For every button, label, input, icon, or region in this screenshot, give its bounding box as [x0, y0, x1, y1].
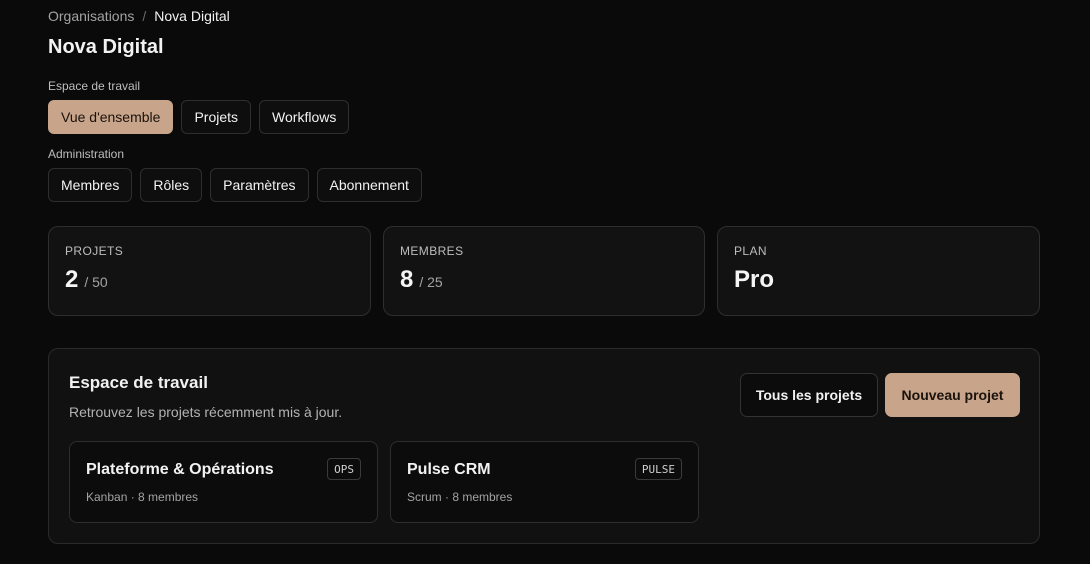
stat-limit: / 50	[84, 274, 108, 290]
page-title: Nova Digital	[48, 36, 164, 58]
stat-card-plan: PLAN Pro	[717, 226, 1040, 316]
stat-value: 8	[400, 266, 414, 293]
project-card[interactable]: Plateforme & Opérations OPS Kanban · 8 m…	[69, 441, 378, 523]
project-meta: Kanban · 8 membres	[86, 490, 199, 504]
project-tag: OPS	[327, 458, 361, 480]
breadcrumb-current: Nova Digital	[154, 8, 230, 24]
project-name: Pulse CRM	[407, 461, 491, 478]
tab-workflows[interactable]: Workflows	[259, 100, 350, 134]
tab-settings[interactable]: Paramètres	[210, 168, 309, 202]
workspace-panel: Espace de travail Retrouvez les projets …	[48, 348, 1040, 544]
workspace-title: Espace de travail	[69, 373, 208, 392]
breadcrumb-organisations-link[interactable]: Organisations	[48, 8, 134, 24]
all-projects-button[interactable]: Tous les projets	[740, 373, 878, 417]
breadcrumb: Organisations / Nova Digital	[48, 8, 230, 24]
stat-card-members: MEMBRES 8 / 25	[383, 226, 705, 316]
stat-label: PLAN	[734, 244, 767, 258]
breadcrumb-separator: /	[142, 8, 147, 24]
stat-label: MEMBRES	[400, 244, 464, 258]
stat-limit: / 25	[419, 274, 443, 290]
admin-nav-label: Administration	[48, 147, 125, 161]
stat-card-projects: PROJETS 2 / 50	[48, 226, 371, 316]
tab-members[interactable]: Membres	[48, 168, 133, 202]
tab-overview[interactable]: Vue d'ensemble	[48, 100, 174, 134]
project-meta: Scrum · 8 membres	[407, 490, 513, 504]
project-tag: PULSE	[634, 458, 682, 480]
tab-projects[interactable]: Projets	[181, 100, 252, 134]
workspace-nav: Vue d'ensemble Projets Workflows	[48, 100, 350, 134]
admin-nav: Membres Rôles Paramètres Abonnement	[48, 168, 422, 202]
project-card[interactable]: Pulse CRM PULSE Scrum · 8 membres	[390, 441, 699, 523]
workspace-subtitle: Retrouvez les projets récemment mis à jo…	[69, 404, 343, 420]
workspace-nav-label: Espace de travail	[48, 79, 141, 93]
stat-label: PROJETS	[65, 244, 124, 258]
tab-subscription[interactable]: Abonnement	[316, 168, 422, 202]
stat-value: Pro	[734, 266, 775, 293]
new-project-button[interactable]: Nouveau projet	[885, 373, 1020, 417]
stat-value: 2	[65, 266, 79, 293]
tab-roles[interactable]: Rôles	[140, 168, 203, 202]
project-name: Plateforme & Opérations	[86, 461, 274, 478]
